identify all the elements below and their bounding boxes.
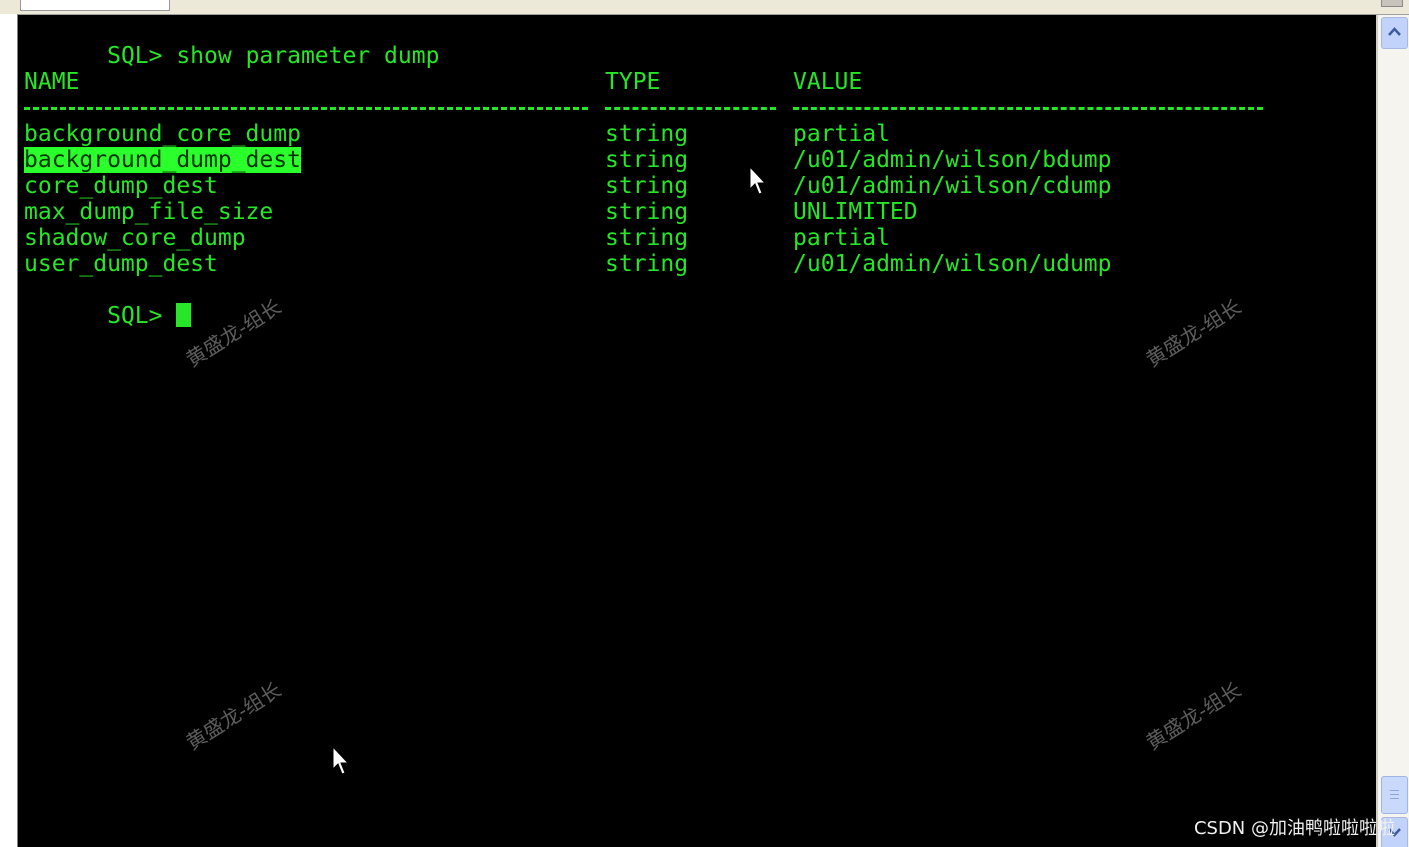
result-row: user_dump_dest string /u01/admin/wilson/…: [24, 251, 1324, 277]
param-value: partial: [793, 225, 890, 251]
watermark: 黄盛龙-组长: [1141, 677, 1246, 755]
param-value: /u01/admin/wilson/cdump: [793, 173, 1112, 199]
mouse-pointer-icon: [749, 166, 767, 195]
param-value: UNLIMITED: [793, 199, 918, 225]
header-type: TYPE: [605, 69, 661, 95]
result-row: core_dump_dest string /u01/admin/wilson/…: [24, 173, 1324, 199]
window-control[interactable]: [1381, 0, 1403, 7]
param-name: user_dump_dest: [24, 251, 218, 277]
param-type: string: [605, 147, 689, 173]
param-type: string: [605, 251, 689, 277]
param-name: shadow_core_dump: [24, 225, 246, 251]
param-type: string: [605, 199, 689, 225]
credit-watermark: CSDN @加油鸭啦啦啦啦: [1193, 818, 1395, 839]
prompt-line[interactable]: SQL>: [24, 277, 192, 329]
watermark: 黄盛龙-组长: [181, 294, 286, 372]
scroll-up-button[interactable]: [1381, 17, 1408, 49]
command-line: SQL> show parameter dump: [24, 17, 439, 69]
thumb-grip: [1390, 798, 1399, 799]
scroll-thumb[interactable]: [1381, 776, 1408, 814]
terminal-window: SQL> show parameter dump NAME TYPE VALUE…: [0, 0, 1409, 847]
header-value: VALUE: [793, 69, 863, 95]
header-separator: [24, 95, 1324, 121]
param-name: core_dump_dest: [24, 173, 218, 199]
result-row: background_dump_dest string /u01/admin/w…: [24, 147, 1324, 174]
separator-value: [793, 107, 1263, 110]
active-tab[interactable]: [20, 0, 170, 11]
watermark: 黄盛龙-组长: [1141, 294, 1246, 372]
param-type: string: [605, 173, 689, 199]
result-row: max_dump_file_size string UNLIMITED: [24, 199, 1324, 225]
tab-strip: [0, 0, 1409, 15]
window-left-border: [0, 14, 18, 847]
text-cursor: [176, 303, 192, 328]
separator-name: [24, 107, 588, 110]
param-type: string: [605, 121, 689, 147]
param-value: /u01/admin/wilson/bdump: [793, 147, 1112, 173]
separator-type: [605, 107, 776, 110]
header-name: NAME: [24, 69, 80, 95]
thumb-grip: [1390, 794, 1399, 795]
param-name: background_core_dump: [24, 121, 301, 147]
mouse-pointer-icon: [332, 746, 350, 775]
chevron-up-icon: [1388, 27, 1401, 36]
thumb-grip: [1390, 790, 1399, 791]
param-name: max_dump_file_size: [24, 199, 274, 225]
header-row: NAME TYPE VALUE: [24, 69, 1324, 95]
result-row: background_core_dump string partial: [24, 121, 1324, 147]
param-value: partial: [793, 121, 890, 147]
watermark: 黄盛龙-组长: [181, 677, 286, 755]
vertical-scrollbar[interactable]: [1377, 15, 1409, 847]
command-text: SQL> show parameter dump: [107, 43, 440, 70]
sql-prompt: SQL>: [107, 303, 177, 330]
param-type: string: [605, 225, 689, 251]
result-row: shadow_core_dump string partial: [24, 225, 1324, 251]
terminal-output[interactable]: SQL> show parameter dump NAME TYPE VALUE…: [18, 15, 1376, 847]
param-name-selected[interactable]: background_dump_dest: [24, 147, 301, 174]
param-value: /u01/admin/wilson/udump: [793, 251, 1112, 277]
